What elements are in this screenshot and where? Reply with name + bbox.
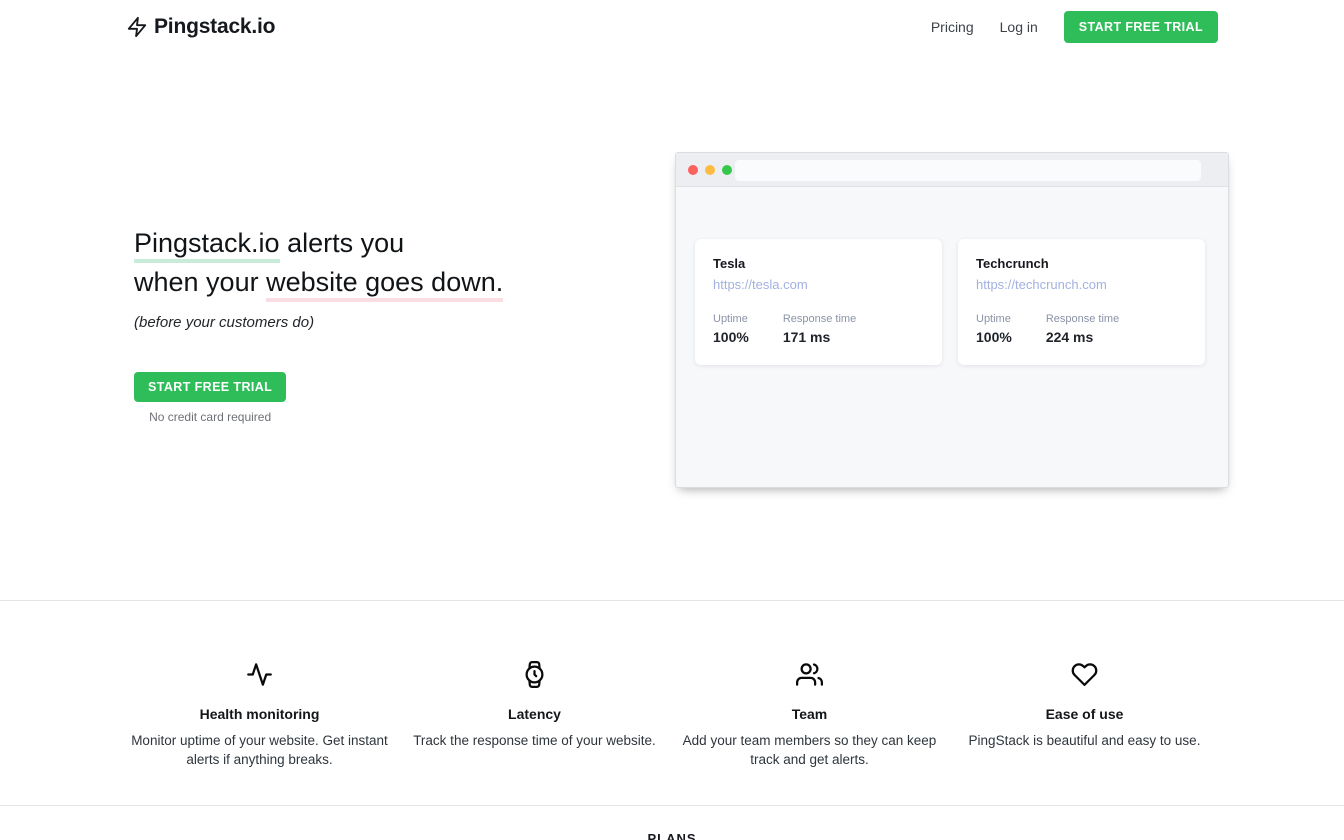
plans-heading: PLANS [0, 831, 1344, 840]
site-name: Tesla [713, 256, 924, 271]
uptime-label: Uptime [713, 313, 749, 325]
uptime-stat: Uptime 100% [713, 313, 749, 345]
title-rest-line1: alerts you [280, 228, 405, 258]
features-grid: Health monitoring Monitor uptime of your… [122, 661, 1222, 769]
uptime-value: 100% [976, 329, 1012, 345]
footer-section: PLANS [0, 805, 1344, 840]
nav-links: Pricing Log in START FREE TRIAL [931, 11, 1218, 43]
hero-subtitle: (before your customers do) [134, 314, 314, 331]
response-time-stat: Response time 171 ms [783, 313, 856, 345]
hero-cta-group: START FREE TRIAL No credit card required [134, 372, 286, 424]
browser-chrome-bar [676, 153, 1228, 187]
title-highlight-green: Pingstack.io [134, 228, 280, 263]
uptime-value: 100% [713, 329, 749, 345]
site-name: Techcrunch [976, 256, 1187, 271]
users-icon [672, 661, 947, 688]
heart-icon [947, 661, 1222, 688]
uptime-stat: Uptime 100% [976, 313, 1012, 345]
title-prefix-line2: when your [134, 267, 266, 297]
browser-url-bar [735, 160, 1201, 181]
title-highlight-pink: website goes down. [266, 267, 503, 302]
activity-icon [122, 661, 397, 688]
nav-link-pricing[interactable]: Pricing [931, 19, 974, 35]
feature-title: Ease of use [947, 706, 1222, 722]
traffic-lights [688, 165, 732, 175]
watch-icon [397, 661, 672, 688]
feature-title: Team [672, 706, 947, 722]
landing-page: Pingstack.io Pricing Log in START FREE T… [0, 0, 1344, 840]
response-time-label: Response time [783, 313, 856, 325]
site-stats: Uptime 100% Response time 224 ms [976, 313, 1187, 345]
response-time-value: 224 ms [1046, 329, 1119, 345]
monitor-cards: Tesla https://tesla.com Uptime 100% Resp… [695, 239, 1205, 365]
feature-description: Monitor uptime of your website. Get inst… [124, 731, 396, 769]
features-section: Health monitoring Monitor uptime of your… [0, 600, 1344, 805]
feature-latency: Latency Track the response time of your … [397, 661, 672, 769]
uptime-label: Uptime [976, 313, 1012, 325]
response-time-stat: Response time 224 ms [1046, 313, 1119, 345]
traffic-light-green-icon [722, 165, 732, 175]
top-nav: Pingstack.io Pricing Log in START FREE T… [0, 0, 1344, 54]
feature-description: Track the response time of your website. [399, 731, 671, 750]
feature-team: Team Add your team members so they can k… [672, 661, 947, 769]
nav-link-login[interactable]: Log in [1000, 19, 1038, 35]
response-time-value: 171 ms [783, 329, 856, 345]
browser-mockup-window: Tesla https://tesla.com Uptime 100% Resp… [675, 152, 1229, 488]
brand-name: Pingstack.io [154, 15, 275, 39]
site-url: https://tesla.com [713, 277, 924, 292]
response-time-label: Response time [1046, 313, 1119, 325]
monitor-card-tesla: Tesla https://tesla.com Uptime 100% Resp… [695, 239, 942, 365]
monitor-card-techcrunch: Techcrunch https://techcrunch.com Uptime… [958, 239, 1205, 365]
traffic-light-red-icon [688, 165, 698, 175]
feature-title: Latency [397, 706, 672, 722]
site-stats: Uptime 100% Response time 171 ms [713, 313, 924, 345]
cta-note: No credit card required [134, 410, 286, 424]
hero-start-trial-button[interactable]: START FREE TRIAL [134, 372, 286, 402]
page-title: Pingstack.io alerts you when your website… [134, 224, 503, 302]
feature-description: PingStack is beautiful and easy to use. [949, 731, 1221, 750]
feature-health-monitoring: Health monitoring Monitor uptime of your… [122, 661, 397, 769]
feature-ease-of-use: Ease of use PingStack is beautiful and e… [947, 661, 1222, 769]
feature-description: Add your team members so they can keep t… [674, 731, 946, 769]
site-url: https://techcrunch.com [976, 277, 1187, 292]
nav-start-trial-button[interactable]: START FREE TRIAL [1064, 11, 1218, 43]
brand-logo[interactable]: Pingstack.io [126, 15, 275, 39]
zap-icon [126, 15, 148, 39]
feature-title: Health monitoring [122, 706, 397, 722]
traffic-light-yellow-icon [705, 165, 715, 175]
